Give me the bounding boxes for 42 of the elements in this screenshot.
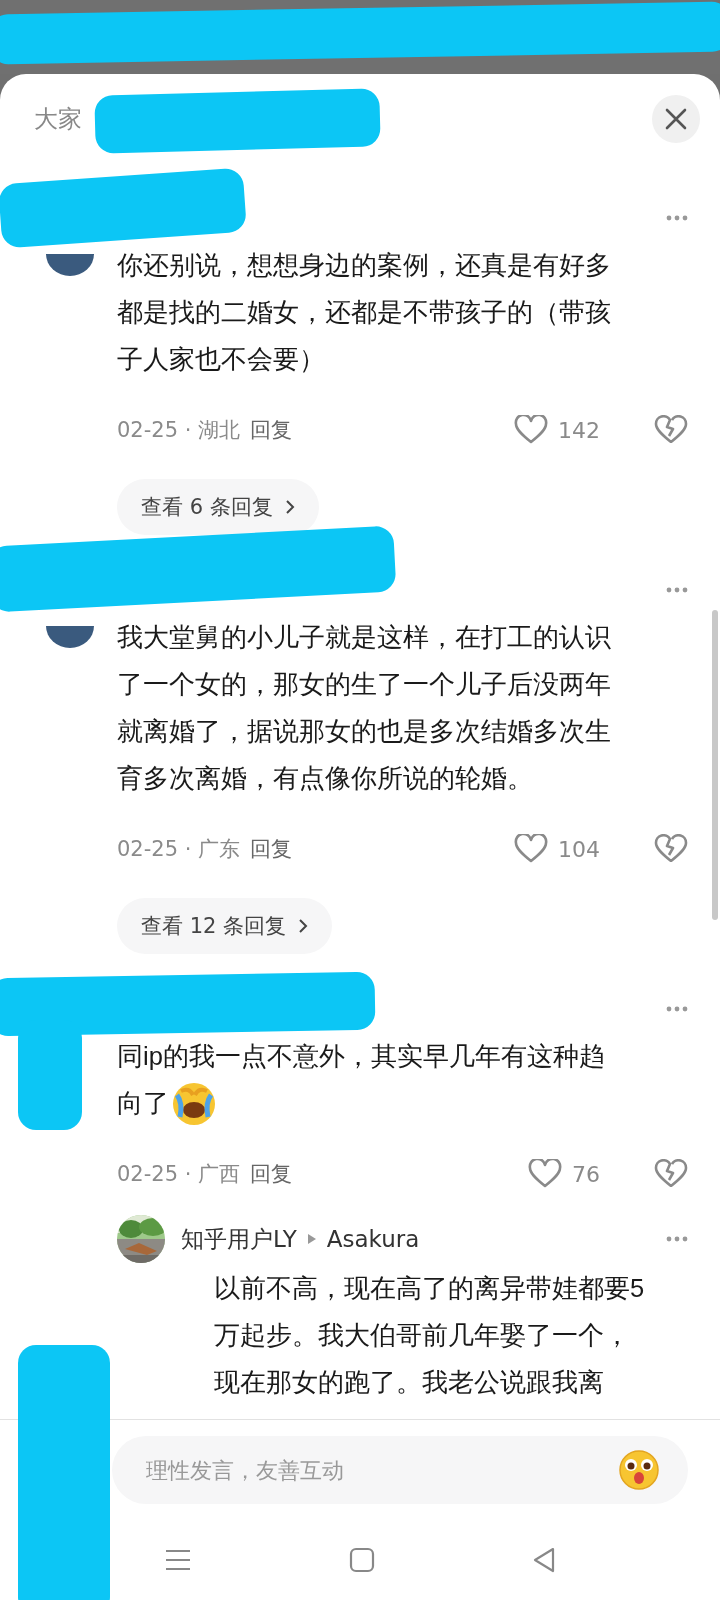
- back-icon[interactable]: [532, 1547, 557, 1573]
- reply-link[interactable]: 回复: [250, 416, 293, 444]
- home-icon[interactable]: [349, 1547, 375, 1573]
- comment-text: 同ip的我一点不意外，其实早几年有这种趋: [117, 1041, 605, 1072]
- sheet-title: 大家: [34, 104, 82, 135]
- comment-input[interactable]: 理性发言，友善互动: [144, 1456, 618, 1484]
- broken-heart-icon[interactable]: [654, 1159, 688, 1189]
- chevron-right-icon: [284, 499, 295, 515]
- heart-icon[interactable]: [514, 834, 548, 864]
- avatar[interactable]: [46, 254, 94, 276]
- broken-heart-icon[interactable]: [654, 834, 688, 864]
- comment-text: 我大堂舅的小儿子就是这样，在打工的认识 了一个女的，那女的生了一个儿子后没两年 就离婚了，据说那女的也是多次结婚多次生 育多次离婚，有点像你所说的轮婚。: [117, 622, 611, 794]
- like-count: 104: [558, 836, 600, 862]
- close-button[interactable]: [652, 95, 700, 143]
- heart-icon[interactable]: [528, 1159, 562, 1189]
- comment-meta: 02-25 · 广西: [117, 1161, 241, 1188]
- reply-link[interactable]: 回复: [250, 835, 293, 863]
- avatar[interactable]: [46, 626, 94, 648]
- more-icon[interactable]: [666, 215, 688, 221]
- close-icon: [665, 108, 687, 130]
- comment-text: 以前不高，现在高了的离异带娃都要5 万起步。我大伯哥前几年娶了一个， 现在那女的跑了。我老公说跟我离: [214, 1273, 646, 1398]
- comment-text: 你还别说，想想身边的案例，还真是有好多 都是找的二婚女，还都是不带孩子的（带孩 子人家也不会要）: [117, 250, 611, 375]
- more-icon[interactable]: [666, 587, 688, 593]
- like-count: 76: [572, 1161, 600, 1187]
- more-icon[interactable]: [666, 1006, 688, 1012]
- comment-field[interactable]: 理性发言，友善互动: [112, 1436, 688, 1504]
- comment-text: 向了: [117, 1088, 169, 1119]
- like-count: 142: [558, 417, 600, 443]
- reply-to-name[interactable]: Asakura: [326, 1226, 420, 1252]
- view-replies-button[interactable]: 查看 6 条回复: [117, 479, 319, 535]
- menu-icon[interactable]: [163, 1548, 192, 1572]
- comment-meta: 02-25 · 湖北: [117, 417, 241, 444]
- view-replies-button[interactable]: 查看 12 条回复: [117, 898, 333, 954]
- author-name[interactable]: 知乎用户LY: [181, 1223, 297, 1255]
- reply-link[interactable]: 回复: [250, 1160, 293, 1188]
- broken-heart-icon[interactable]: [654, 415, 688, 445]
- comment-meta: 02-25 · 广东: [117, 836, 241, 863]
- triangle-right-icon: [306, 1233, 317, 1245]
- emoji-icon[interactable]: [618, 1449, 660, 1491]
- heart-icon[interactable]: [514, 415, 548, 445]
- more-icon[interactable]: [666, 1236, 688, 1242]
- chevron-right-icon: [298, 918, 309, 934]
